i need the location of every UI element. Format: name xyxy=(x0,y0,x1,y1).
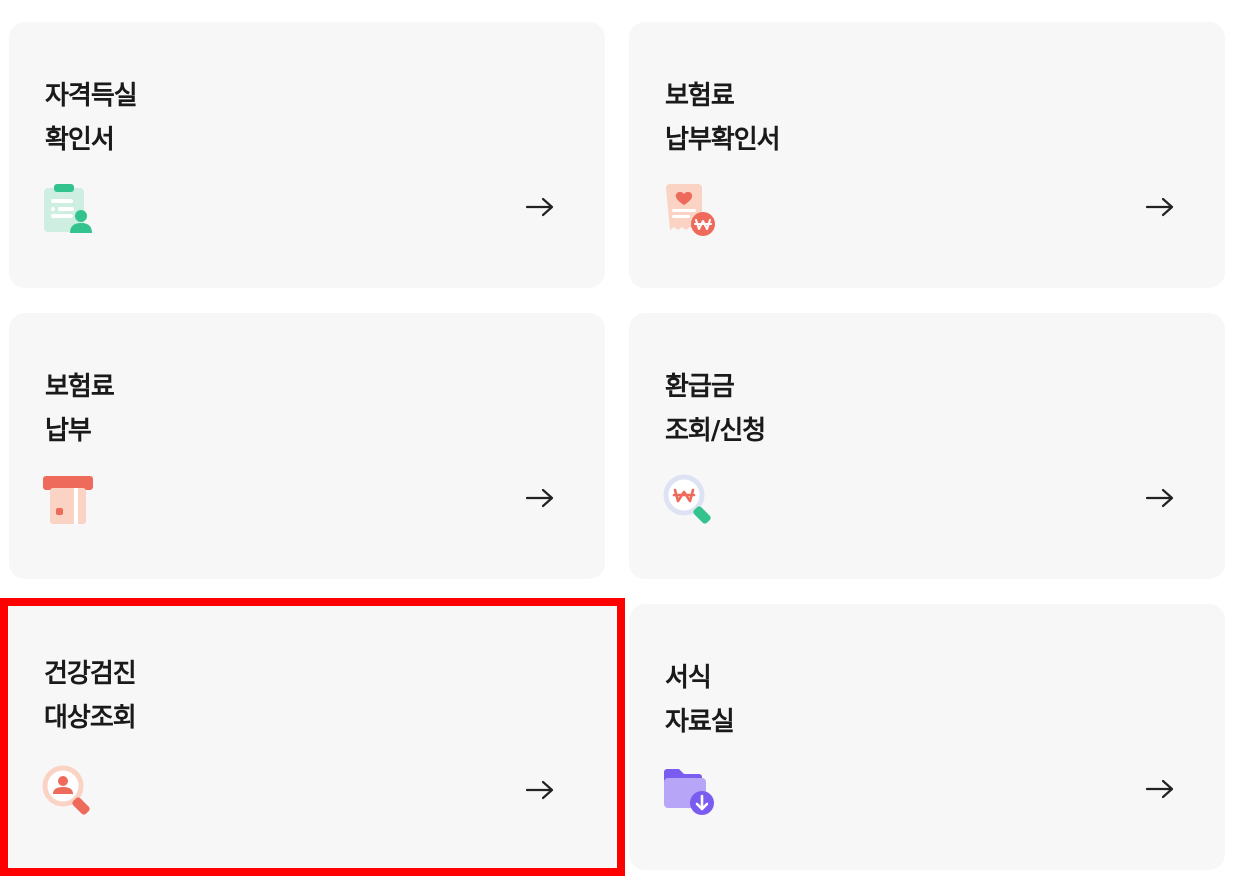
arrow-right-icon xyxy=(525,780,554,800)
arrow-right-icon xyxy=(525,197,554,217)
folder-download-icon xyxy=(664,769,714,815)
card-health-checkup-inquiry[interactable]: 건강검진 대상조회 xyxy=(0,598,625,876)
card-title: 환급금 조회/신청 xyxy=(665,372,766,446)
card-title: 자격득실 확인서 xyxy=(45,81,138,155)
certificate-person-icon xyxy=(44,184,92,233)
card-title: 보험료 납부 xyxy=(45,372,115,446)
magnifier-person-icon xyxy=(42,765,90,815)
card-title: 건강검진 대상조회 xyxy=(44,659,137,733)
arrow-right-icon xyxy=(1145,779,1174,799)
card-premium-payment[interactable]: 보험료 납부 xyxy=(9,313,605,579)
card-refund-inquiry[interactable]: 환급금 조회/신청 xyxy=(629,313,1225,579)
arrow-right-icon xyxy=(1145,488,1174,508)
receipt-won-icon xyxy=(666,184,715,236)
card-forms-library[interactable]: 서식 자료실 xyxy=(629,604,1225,870)
card-title: 서식 자료실 xyxy=(665,663,735,737)
card-qualification-certificate[interactable]: 자격득실 확인서 xyxy=(9,22,605,288)
arrow-right-icon xyxy=(1145,197,1174,217)
card-title: 보험료 납부확인서 xyxy=(665,81,781,155)
magnifier-won-icon xyxy=(663,474,711,524)
card-premium-payment-certificate[interactable]: 보험료 납부확인서 xyxy=(629,22,1225,288)
arrow-right-icon xyxy=(525,488,554,508)
card-payment-icon xyxy=(43,476,93,524)
